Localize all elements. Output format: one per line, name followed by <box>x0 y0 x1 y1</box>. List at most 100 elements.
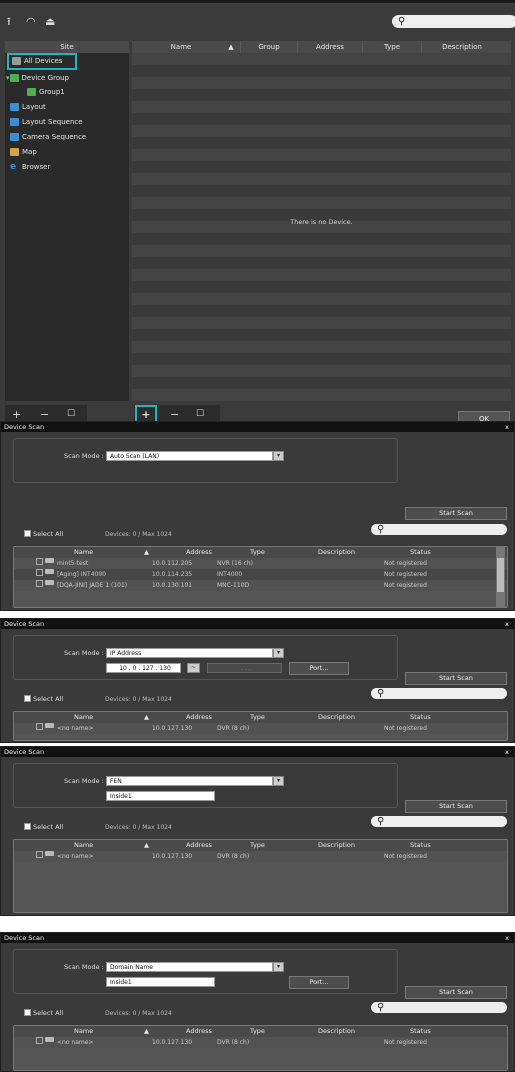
table-header: Name ▲ Address Type Description Status <box>14 547 507 558</box>
sort-asc-icon: ▲ <box>144 841 149 849</box>
scan-mode-select[interactable]: FEN <box>106 776 273 786</box>
sidebar-item-group1[interactable]: Group1 <box>27 86 65 98</box>
row-checkbox[interactable] <box>36 580 43 587</box>
expand-arrow-icon[interactable]: ▾ <box>6 74 10 82</box>
table-row[interactable]: [Aging] INT4000 10.0.114.235 INT4000 Not re… <box>14 569 507 580</box>
search-input[interactable]: ⚲ <box>371 524 507 535</box>
column-type[interactable]: Type <box>250 840 265 851</box>
column-status[interactable]: Status <box>410 1026 431 1037</box>
table-row[interactable]: <no name> 10.0.127.130 DVR (8 ch) Not regis… <box>14 723 507 734</box>
remove-device-icon[interactable]: − <box>170 409 179 420</box>
close-icon[interactable]: x <box>505 619 509 629</box>
close-icon[interactable]: x <box>505 422 509 432</box>
column-name[interactable]: Name <box>74 712 93 723</box>
column-name[interactable]: Name <box>74 840 93 851</box>
search-input[interactable]: ⚲ <box>371 816 507 827</box>
chevron-down-icon[interactable]: ▾ <box>273 776 284 786</box>
port-button[interactable]: Port... <box>289 976 349 989</box>
column-type[interactable]: Type <box>250 547 265 558</box>
scrollbar-thumb[interactable] <box>497 558 504 592</box>
row-address: 10.0.127.130 <box>152 853 193 860</box>
fen-name-field[interactable]: Inside1 <box>106 791 215 801</box>
ip-start-field[interactable]: 10 . 0 . 127 . 130 <box>106 663 181 673</box>
start-scan-button[interactable]: Start Scan <box>405 672 507 685</box>
row-checkbox[interactable] <box>36 1037 43 1044</box>
row-checkbox[interactable] <box>36 723 43 730</box>
eject-icon[interactable]: ⏏ <box>45 16 57 27</box>
chevron-down-icon[interactable]: ▾ <box>273 451 284 461</box>
select-all-checkbox[interactable] <box>24 1009 31 1016</box>
edit-device-icon[interactable]: ☐ <box>196 409 204 420</box>
row-address: 10.0.112.205 <box>152 560 193 567</box>
search-input[interactable]: ⚲ <box>371 1002 507 1013</box>
column-address[interactable]: Address <box>186 840 212 851</box>
scan-results-table: Name ▲ Address Type Description Status <… <box>13 711 508 741</box>
row-checkbox[interactable] <box>36 851 43 858</box>
chevron-down-icon[interactable]: ▾ <box>273 648 284 658</box>
row-checkbox[interactable] <box>36 569 43 576</box>
ip-end-field[interactable]: . . . <box>207 663 282 673</box>
scrollbar[interactable] <box>496 547 505 607</box>
edit-icon[interactable]: ☐ <box>67 409 75 420</box>
column-description[interactable]: Description <box>422 41 502 53</box>
select-all-label: Select All <box>33 1009 64 1017</box>
sidebar-item-browser[interactable]: e Browser <box>10 161 50 173</box>
start-scan-button[interactable]: Start Scan <box>405 986 507 999</box>
column-name[interactable]: Name <box>132 41 230 53</box>
search-icon: ⚲ <box>398 16 406 27</box>
column-type[interactable]: Type <box>363 41 421 53</box>
table-row[interactable]: [DQA-JINI] JADE 1 (101) 10.0.130.101 MNC-1… <box>14 580 507 591</box>
start-scan-button[interactable]: Start Scan <box>405 507 507 520</box>
column-name[interactable]: Name <box>74 1026 93 1037</box>
row-status: Not registered <box>384 853 427 860</box>
column-status[interactable]: Status <box>410 840 431 851</box>
sidebar-item-camera-sequence[interactable]: Camera Sequence <box>10 131 86 143</box>
column-address[interactable]: Address <box>298 41 362 53</box>
column-description[interactable]: Description <box>318 840 355 851</box>
close-icon[interactable]: x <box>505 747 509 757</box>
scan-mode-select[interactable]: IP Address <box>106 648 273 658</box>
sidebar-item-layout[interactable]: Layout <box>10 101 46 113</box>
layout-icon <box>10 103 19 111</box>
column-description[interactable]: Description <box>318 712 355 723</box>
row-checkbox[interactable] <box>36 558 43 565</box>
table-row[interactable]: <no name> 10.0.127.130 DVR (8 ch) Not regis… <box>14 851 507 862</box>
sidebar-item-layout-sequence[interactable]: Layout Sequence <box>10 116 83 128</box>
search-input[interactable]: ⚲ <box>392 15 515 28</box>
sidebar-item-map[interactable]: Map <box>10 146 37 158</box>
domain-name-field[interactable]: Inside1 <box>106 977 215 987</box>
select-all-checkbox[interactable] <box>24 530 31 537</box>
dialog-title: Device Scan <box>4 748 45 756</box>
add-icon[interactable]: + <box>12 409 21 420</box>
select-all-checkbox[interactable] <box>24 695 31 702</box>
sidebar-item-all-devices[interactable]: All Devices <box>7 53 77 70</box>
table-row[interactable]: mint5-test 10.0.112.205 NVR (16 ch) Not reg… <box>14 558 507 569</box>
upload-icon[interactable]: ⭱ <box>7 16 19 27</box>
column-type[interactable]: Type <box>250 712 265 723</box>
wifi-icon[interactable]: ◠ <box>26 16 38 27</box>
scan-mode-select[interactable]: Domain Name <box>106 962 273 972</box>
port-button[interactable]: Port... <box>289 662 349 675</box>
sidebar-item-device-group[interactable]: ▾ Device Group <box>6 72 69 84</box>
column-address[interactable]: Address <box>186 547 212 558</box>
sort-asc-icon: ▲ <box>228 43 234 51</box>
column-type[interactable]: Type <box>250 1026 265 1037</box>
start-scan-button[interactable]: Start Scan <box>405 800 507 813</box>
select-all-checkbox[interactable] <box>24 823 31 830</box>
column-status[interactable]: Status <box>410 712 431 723</box>
close-icon[interactable]: x <box>505 933 509 943</box>
column-description[interactable]: Description <box>318 1026 355 1037</box>
column-address[interactable]: Address <box>186 1026 212 1037</box>
scan-mode-select[interactable]: Auto Scan (LAN) <box>106 451 273 461</box>
remove-icon[interactable]: − <box>40 409 49 420</box>
column-address[interactable]: Address <box>186 712 212 723</box>
column-status[interactable]: Status <box>410 547 431 558</box>
column-name[interactable]: Name <box>74 547 93 558</box>
camera-sequence-icon <box>10 133 19 141</box>
column-group[interactable]: Group <box>241 41 297 53</box>
chevron-down-icon[interactable]: ▾ <box>273 962 284 972</box>
column-description[interactable]: Description <box>318 547 355 558</box>
search-input[interactable]: ⚲ <box>371 688 507 699</box>
table-row[interactable]: <no name> 10.0.127.130 DVR (8 ch) Not regis… <box>14 1037 507 1048</box>
range-toggle-button[interactable]: ~ <box>187 663 200 673</box>
